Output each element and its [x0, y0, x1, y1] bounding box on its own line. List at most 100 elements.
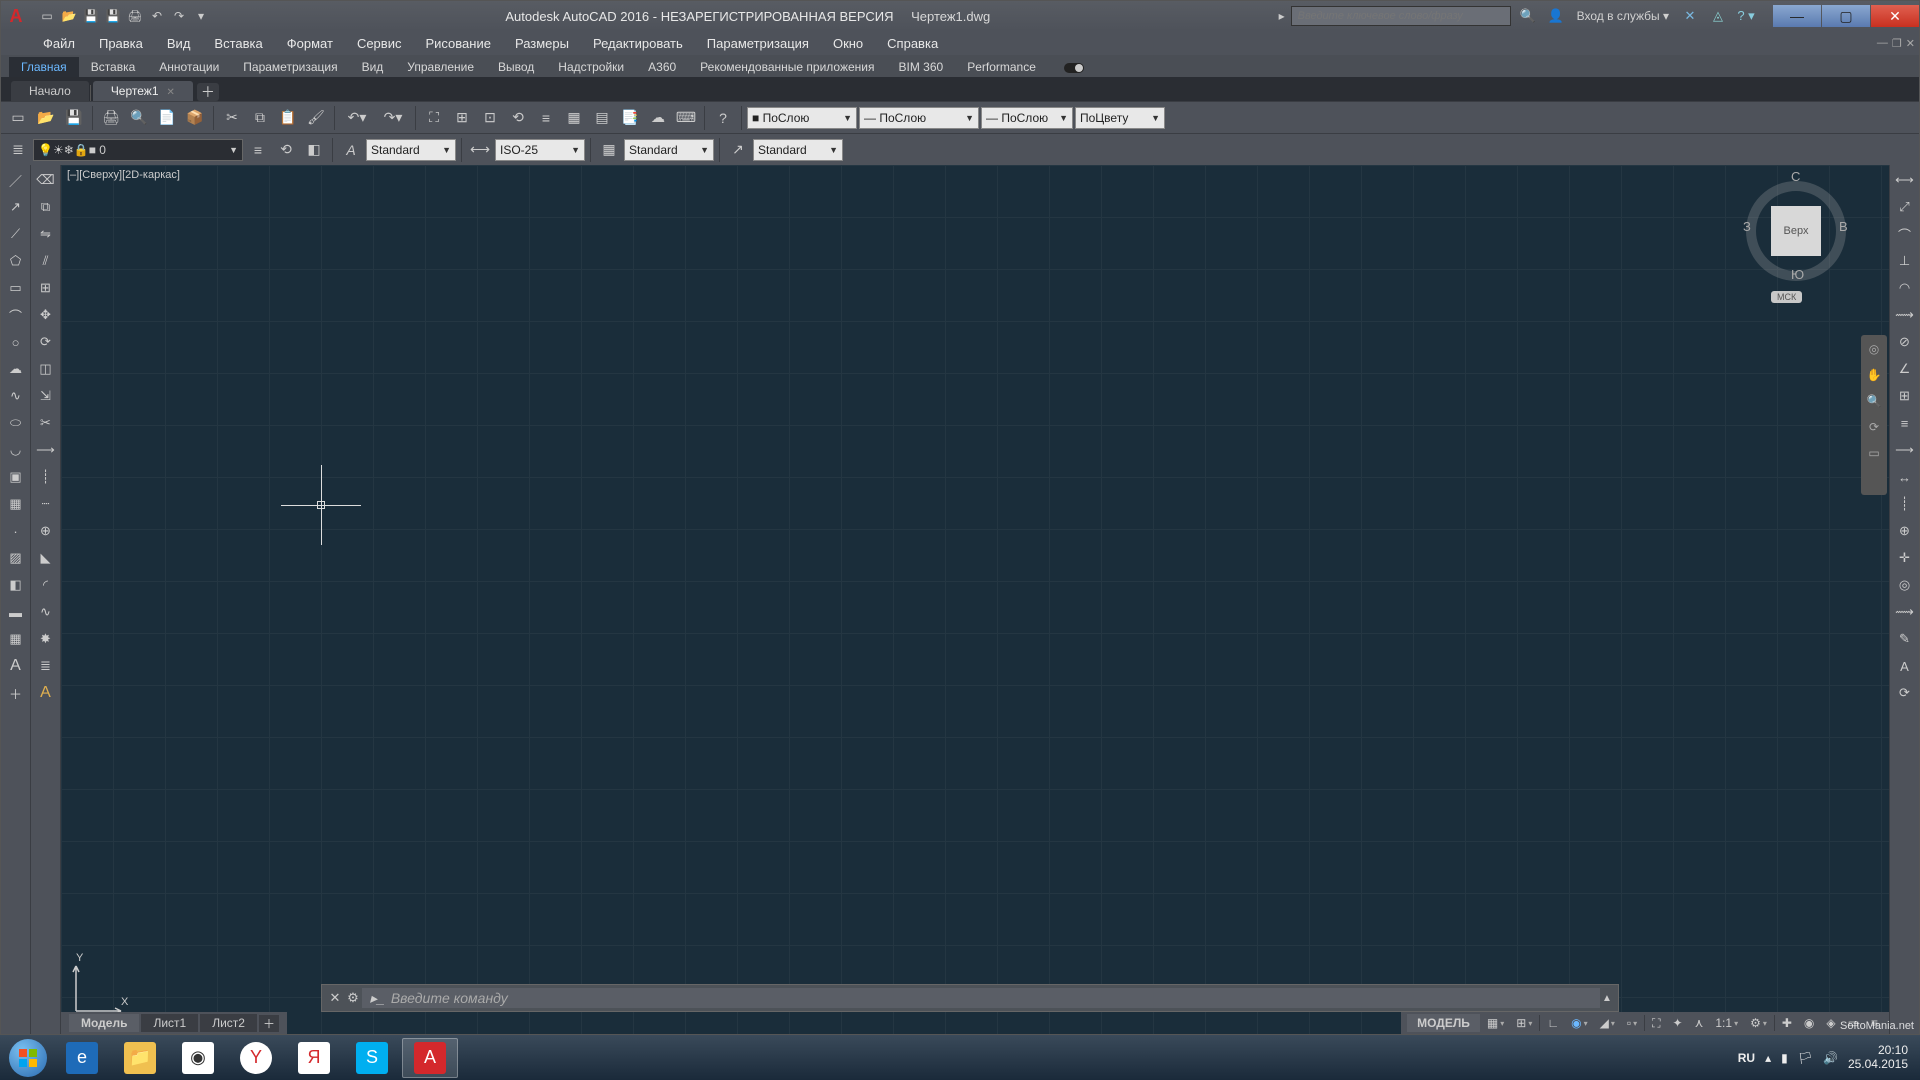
viewcube-west[interactable]: З — [1743, 219, 1751, 234]
tab-featured-apps[interactable]: Рекомендованные приложения — [688, 57, 886, 77]
menu-parametric[interactable]: Параметризация — [695, 33, 821, 54]
drawing-canvas[interactable]: [–][Сверху][2D-каркас] Y X Верх С Ю В З … — [61, 165, 1889, 1034]
properties-icon[interactable]: ≡ — [533, 105, 559, 131]
layer-previous-icon[interactable]: ⟲ — [273, 137, 299, 163]
polyline-icon[interactable]: ⟋ — [3, 221, 29, 247]
tablestyle-icon[interactable]: ▦ — [596, 137, 622, 163]
plotstyle-dropdown[interactable]: ПоЦвету▼ — [1075, 107, 1165, 129]
polar-toggle-icon[interactable]: ◉▾ — [1566, 1014, 1593, 1032]
erase-icon[interactable]: ⌫ — [33, 167, 59, 193]
textstyle-icon[interactable]: A — [338, 137, 364, 163]
pedit-icon[interactable]: A — [33, 680, 59, 706]
publish-icon[interactable]: 📄 — [154, 105, 180, 131]
dimstyle-icon[interactable]: ⟷ — [467, 137, 493, 163]
inspect-icon[interactable]: ◎ — [1892, 572, 1918, 598]
draworder-icon[interactable]: ≣ — [33, 653, 59, 679]
menu-dimension[interactable]: Размеры — [503, 33, 581, 54]
exchange-x-icon[interactable]: ✕ — [1679, 5, 1701, 27]
array-icon[interactable]: ⊞ — [33, 275, 59, 301]
dim-edit-icon[interactable]: ✎ — [1892, 626, 1918, 652]
viewcube-south[interactable]: Ю — [1791, 267, 1804, 282]
undo2-icon[interactable]: ↶▾ — [340, 105, 374, 131]
close-button[interactable]: ✕ — [1871, 5, 1919, 27]
dim-angular-icon[interactable]: ∠ — [1892, 356, 1918, 382]
tab-layout1[interactable]: Лист1 — [141, 1014, 198, 1032]
tab-close-icon[interactable]: ✕ — [167, 87, 175, 98]
stretch-icon[interactable]: ⇲ — [33, 383, 59, 409]
menu-insert[interactable]: Вставка — [202, 33, 274, 54]
arc-icon[interactable]: ⌒ — [3, 302, 29, 328]
tray-network-icon[interactable]: ▮ — [1781, 1051, 1788, 1065]
rotate-icon[interactable]: ⟳ — [33, 329, 59, 355]
dim-space-icon[interactable]: ↔ — [1892, 464, 1918, 490]
dim-aligned-icon[interactable]: ⤢ — [1892, 194, 1918, 220]
navigation-bar[interactable]: ◎ ✋ 🔍 ⟳ ▭ — [1861, 335, 1887, 495]
viewcube[interactable]: Верх С Ю В З МСК — [1741, 171, 1851, 311]
tab-a360[interactable]: A360 — [636, 57, 688, 77]
dim-ordinate-icon[interactable]: ⊥ — [1892, 248, 1918, 274]
search-icon[interactable]: 🔍 — [1517, 5, 1539, 27]
cmdline-close-icon[interactable]: ✕ — [326, 990, 344, 1006]
quick-dim-icon[interactable]: ⊞ — [1892, 383, 1918, 409]
annoscale-icon[interactable]: ⋏ — [1690, 1014, 1709, 1032]
mleaderstyle-dropdown[interactable]: Standard▼ — [753, 139, 843, 161]
dim-text-edit-icon[interactable]: A — [1892, 653, 1918, 679]
tab-annotate[interactable]: Аннотации — [147, 57, 231, 77]
menu-modify[interactable]: Редактировать — [581, 33, 695, 54]
hatch-icon[interactable]: ▨ — [3, 545, 29, 571]
menu-edit[interactable]: Правка — [87, 33, 155, 54]
new-file-icon[interactable]: ▭ — [5, 105, 31, 131]
pan-icon[interactable]: ⛶ — [421, 105, 447, 131]
minimize-button[interactable]: — — [1773, 5, 1821, 27]
help2-icon[interactable]: ? — [710, 105, 736, 131]
tray-flag-icon[interactable]: 🏳 — [1798, 1051, 1813, 1065]
new-tab-button[interactable]: ＋ — [197, 83, 219, 101]
redo2-icon[interactable]: ↷▾ — [376, 105, 410, 131]
center-mark-icon[interactable]: ✛ — [1892, 545, 1918, 571]
clock[interactable]: 20:1025.04.2015 — [1848, 1044, 1908, 1070]
dim-break-icon[interactable]: ┊ — [1892, 491, 1918, 517]
break-at-point-icon[interactable]: ┊ — [33, 464, 59, 490]
3dprint-icon[interactable]: 📦 — [182, 105, 208, 131]
cmdline-customize-icon[interactable]: ⚙ — [344, 990, 362, 1006]
tab-bim360[interactable]: BIM 360 — [887, 57, 956, 77]
gradient-icon[interactable]: ◧ — [3, 572, 29, 598]
quickcalc-icon[interactable]: ⌨ — [673, 105, 699, 131]
workspace-switch-icon[interactable]: ⚙▾ — [1745, 1014, 1772, 1032]
circle-icon[interactable]: ○ — [3, 329, 29, 355]
zoom-extents-icon[interactable]: 🔍 — [1864, 391, 1884, 411]
menu-tools[interactable]: Сервис — [345, 33, 414, 54]
start-button[interactable] — [4, 1038, 52, 1078]
save-icon[interactable]: 💾 — [81, 6, 101, 26]
dim-linear-icon[interactable]: ⟷ — [1892, 167, 1918, 193]
jogged-linear-icon[interactable]: ⟿ — [1892, 599, 1918, 625]
dim-baseline-icon[interactable]: ≡ — [1892, 410, 1918, 436]
print-icon[interactable]: 🖨 — [125, 6, 145, 26]
undo-icon[interactable]: ↶ — [147, 6, 167, 26]
cut-icon[interactable]: ✂ — [219, 105, 245, 131]
scale-icon[interactable]: ◫ — [33, 356, 59, 382]
redo-icon[interactable]: ↷ — [169, 6, 189, 26]
viewcube-north[interactable]: С — [1791, 169, 1800, 184]
language-indicator[interactable]: RU — [1738, 1051, 1755, 1065]
zoom-window-icon[interactable]: ⊡ — [477, 105, 503, 131]
tab-parametric[interactable]: Параметризация — [231, 57, 349, 77]
doc-restore-icon[interactable]: ❐ — [1892, 37, 1902, 50]
osnap-toggle-icon[interactable]: ▫▾ — [1622, 1014, 1642, 1032]
plot-preview-icon[interactable]: 🔍 — [126, 105, 152, 131]
match-props-icon[interactable]: 🖌 — [303, 105, 329, 131]
taskbar-autocad[interactable]: A — [402, 1038, 458, 1078]
lineweight-dropdown[interactable]: — ПоСлою▼ — [981, 107, 1073, 129]
region-icon[interactable]: ▬ — [3, 599, 29, 625]
menu-help[interactable]: Справка — [875, 33, 950, 54]
menu-view[interactable]: Вид — [155, 33, 203, 54]
pan2-icon[interactable]: ✋ — [1864, 365, 1884, 385]
tab-layout2[interactable]: Лист2 — [200, 1014, 257, 1032]
taskbar-yandex[interactable]: Y — [228, 1038, 284, 1078]
ortho-toggle-icon[interactable]: ∟ — [1542, 1014, 1564, 1032]
add-layout-button[interactable]: ＋ — [259, 1015, 279, 1032]
tab-manage[interactable]: Управление — [395, 57, 486, 77]
cmdline-history-icon[interactable]: ▲ — [1600, 993, 1614, 1004]
mirror-icon[interactable]: ⇋ — [33, 221, 59, 247]
a360-icon[interactable]: ◬ — [1707, 5, 1729, 27]
